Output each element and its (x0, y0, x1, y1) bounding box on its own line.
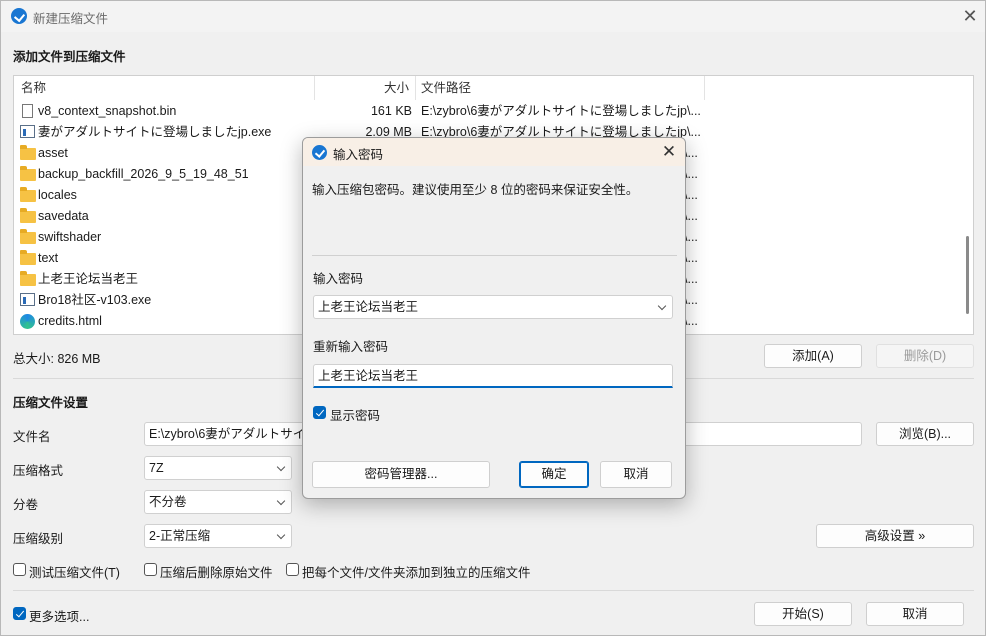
delete-after-label[interactable]: 压缩后删除原始文件 (160, 562, 273, 581)
file-name: locales (38, 188, 77, 202)
file-name: asset (38, 146, 68, 160)
add-files-heading: 添加文件到压缩文件 (13, 50, 126, 64)
dialog-title-bar: 输入密码 ✕ (303, 138, 685, 166)
title-bar: 新建压缩文件 ✕ (1, 1, 985, 32)
file-path: \... (684, 314, 698, 328)
edge-icon (20, 314, 35, 329)
more-options-label[interactable]: 更多选项... (29, 606, 89, 625)
start-button[interactable]: 开始(S) (754, 602, 852, 626)
file-path: \... (684, 293, 698, 307)
column-header-size[interactable]: 大小 (384, 76, 409, 100)
password-label: 输入密码 (313, 272, 364, 286)
file-path: \... (684, 230, 698, 244)
show-password-label[interactable]: 显示密码 (330, 405, 380, 424)
app-logo-icon (11, 8, 27, 24)
file-path: \... (684, 272, 698, 286)
level-select[interactable]: 2-正常压缩 (144, 524, 292, 548)
close-window-button[interactable]: ✕ (957, 4, 983, 28)
add-button[interactable]: 添加(A) (764, 344, 862, 368)
separate-archives-label[interactable]: 把每个文件/文件夹添加到独立的压缩文件 (302, 562, 530, 581)
level-label: 压缩级别 (13, 532, 64, 546)
folder-icon (20, 187, 36, 202)
file-path: \... (684, 167, 698, 181)
volume-select[interactable]: 不分卷 (144, 490, 292, 514)
delete-after-checkbox[interactable] (144, 563, 157, 576)
dialog-divider (312, 255, 677, 256)
file-name: backup_backfill_2026_9_5_19_48_51 (38, 167, 249, 181)
file-size: 161 KB (370, 104, 412, 118)
filename-label: 文件名 (13, 430, 51, 444)
file-name: swiftshader (38, 230, 102, 244)
repeat-password-input[interactable]: 上老王论坛当老王 (313, 364, 673, 388)
file-name: credits.html (38, 314, 102, 328)
ok-button[interactable]: 确定 (519, 461, 589, 488)
column-divider[interactable] (415, 76, 416, 100)
scroll-thumb[interactable] (966, 236, 969, 314)
dialog-close-button[interactable]: ✕ (657, 140, 681, 164)
file-path: \... (684, 251, 698, 265)
dialog-description: 输入压缩包密码。建议使用至少 8 位的密码来保证安全性。 (312, 183, 639, 197)
show-password-checkbox[interactable] (313, 406, 326, 419)
browse-button[interactable]: 浏览(B)... (876, 422, 974, 446)
file-name: v8_context_snapshot.bin (38, 104, 177, 118)
password-manager-button[interactable]: 密码管理器... (312, 461, 490, 488)
file-path: \... (684, 209, 698, 223)
window-title: 新建压缩文件 (33, 12, 109, 26)
file-name: Bro18社区-v103.exe (38, 293, 152, 307)
file-name: savedata (38, 209, 89, 223)
test-archive-label[interactable]: 测试压缩文件(T) (29, 562, 120, 581)
folder-icon (20, 166, 36, 181)
column-header-name[interactable]: 名称 (21, 76, 46, 100)
column-divider[interactable] (704, 76, 705, 100)
delete-button[interactable]: 删除(D) (876, 344, 974, 368)
divider (13, 590, 974, 591)
folder-icon (20, 145, 36, 160)
cancel-button[interactable]: 取消 (866, 602, 964, 626)
file-name: 上老王论坛当老王 (38, 272, 139, 286)
file-path: \... (684, 188, 698, 202)
format-select[interactable]: 7Z (144, 456, 292, 480)
folder-icon (20, 208, 36, 223)
separate-archives-checkbox[interactable] (286, 563, 299, 576)
file-row[interactable]: v8_context_snapshot.bin 161 KB E:\zybro\6妻… (14, 101, 962, 122)
advanced-settings-button[interactable]: 高级设置 » (816, 524, 974, 548)
password-input[interactable]: 上老王论坛当老王 (313, 295, 673, 319)
exe-icon (20, 125, 35, 138)
column-divider[interactable] (314, 76, 315, 100)
column-header-path[interactable]: 文件路径 (421, 76, 471, 100)
volume-label: 分卷 (13, 498, 39, 512)
total-size: 总大小: 826 MB (13, 352, 101, 366)
file-icon (22, 104, 33, 118)
test-archive-checkbox[interactable] (13, 563, 26, 576)
file-path: \... (684, 146, 698, 160)
dialog-cancel-button[interactable]: 取消 (600, 461, 672, 488)
folder-icon (20, 250, 36, 265)
folder-icon (20, 229, 36, 244)
app-logo-icon (312, 145, 327, 160)
file-name: 妻がアダルトサイトに登場しましたjp.exe (38, 125, 272, 139)
password-dialog: 输入密码 ✕ 输入压缩包密码。建议使用至少 8 位的密码来保证安全性。 输入密码… (302, 137, 686, 499)
folder-icon (20, 271, 36, 286)
list-scrollbar[interactable] (961, 76, 973, 334)
repeat-password-label: 重新输入密码 (313, 340, 389, 354)
format-label: 压缩格式 (13, 464, 64, 478)
dialog-title: 输入密码 (333, 148, 384, 162)
exe-icon (20, 293, 35, 306)
file-name: text (38, 251, 59, 265)
more-options-checkbox[interactable] (13, 607, 26, 620)
file-path: E:\zybro\6妻がアダルトサイトに登場しましたjp\... (421, 104, 701, 118)
settings-heading: 压缩文件设置 (13, 396, 89, 410)
